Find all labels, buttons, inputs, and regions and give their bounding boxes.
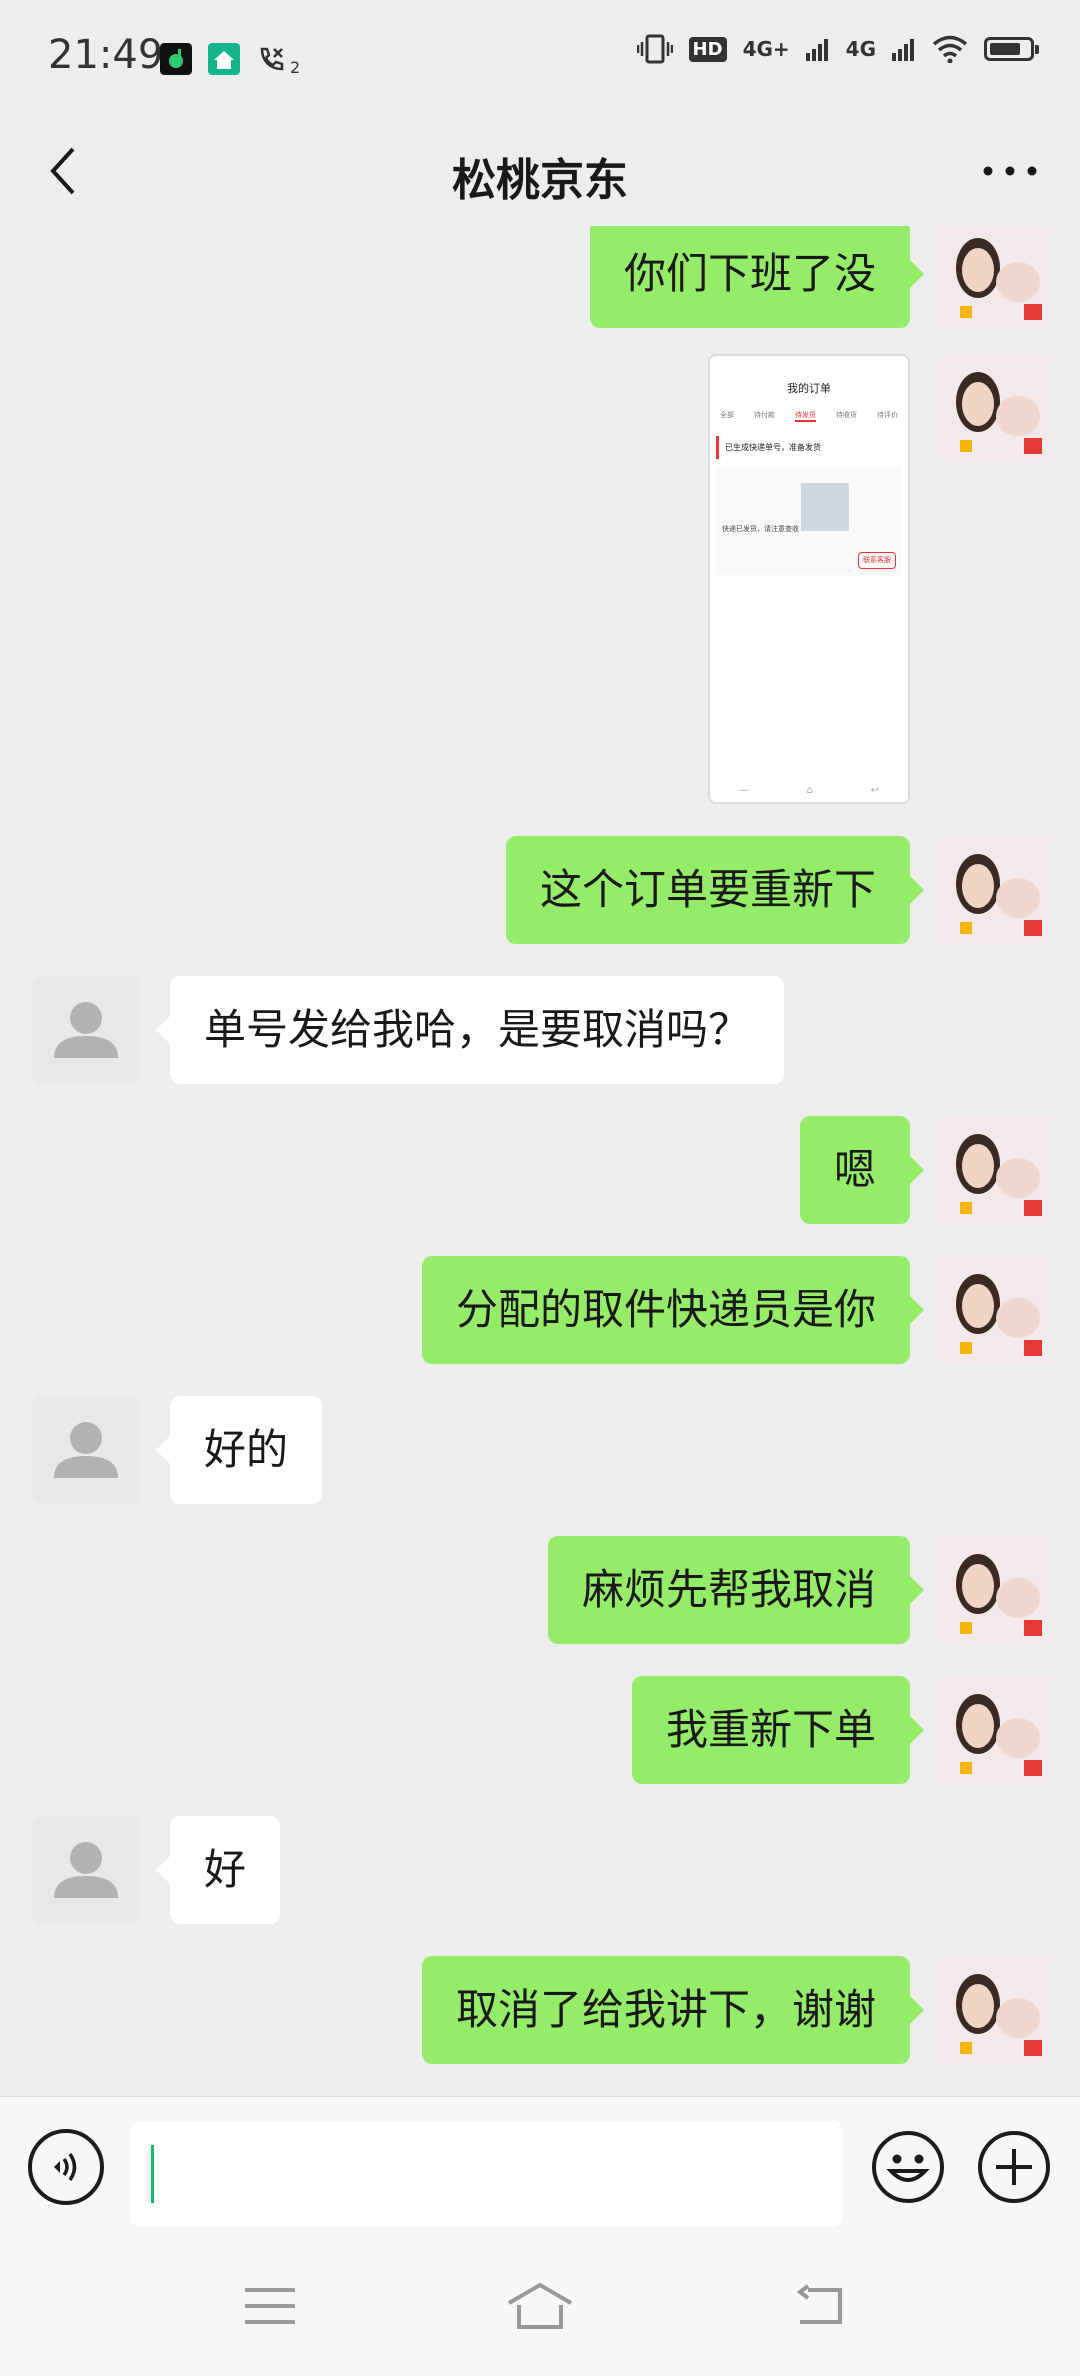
user-avatar-image: [940, 1116, 1048, 1224]
avatar[interactable]: [940, 1676, 1048, 1784]
user-avatar-image: [940, 1536, 1048, 1644]
image-tab: 待发货: [795, 410, 816, 422]
vibrate-icon: [636, 34, 673, 64]
message-bubble-self[interactable]: 分配的取件快递员是你: [421, 1256, 925, 1364]
image-thumbnail: [801, 483, 850, 531]
status-time: 21:49: [48, 32, 164, 78]
emoji-icon: [872, 2131, 944, 2203]
image-nav: — ⌂ ↩: [738, 785, 880, 796]
more-button[interactable]: [970, 136, 1050, 206]
image-tab: 待付款: [754, 411, 775, 419]
user-avatar-image: [940, 226, 1048, 328]
image-title: 我的订单: [787, 382, 831, 395]
image-message[interactable]: 我的订单 全部 待付款 待发货 待收货 待评价 已生成快递单号，准备发货 快递已…: [708, 354, 910, 804]
more-dots-icon: [983, 166, 1037, 176]
wifi-icon: [932, 35, 968, 63]
image-tabs: 全部 待付款 待发货 待收货 待评价: [710, 410, 908, 422]
battery-icon: [984, 37, 1039, 61]
user-avatar-image: [940, 836, 1048, 944]
input-bar: [0, 2096, 1080, 2237]
voice-icon: [54, 2153, 77, 2181]
chat-title: 松桃京东: [452, 155, 628, 206]
image-section: 已生成快递单号，准备发货: [716, 436, 902, 459]
more-actions-button[interactable]: [976, 2129, 1052, 2205]
plus-icon: [978, 2131, 1050, 2203]
image-tab: 全部: [720, 411, 734, 419]
network-4g: 4G: [845, 37, 876, 61]
image-tab: 待收货: [836, 411, 857, 419]
image-card-text: 快递已发货，请注意查收: [722, 525, 799, 533]
avatar-default[interactable]: [32, 976, 140, 1084]
back-arrow-icon: [796, 2284, 842, 2324]
music-app-icon: [160, 42, 192, 75]
signal-icon: [805, 39, 828, 61]
avatar-default[interactable]: [32, 1816, 140, 1924]
avatar[interactable]: [940, 836, 1048, 944]
status-system-icons: HD 4G+ 4G: [636, 34, 1039, 64]
avatar[interactable]: [940, 1256, 1048, 1364]
message-bubble-self[interactable]: 麻烦先帮我取消: [547, 1536, 925, 1644]
user-avatar-image: [940, 354, 1048, 462]
network-4gplus: 4G+: [742, 37, 790, 61]
user-avatar-image: [940, 1956, 1048, 2064]
menu-icon: [245, 2288, 295, 2324]
home-icon: [507, 2282, 573, 2329]
message-bubble-self[interactable]: 嗯: [799, 1116, 925, 1224]
message-bubble-other[interactable]: 好的: [155, 1396, 323, 1504]
avatar[interactable]: [940, 1536, 1048, 1644]
menu-nav-button[interactable]: [220, 2274, 320, 2338]
message-bubble-self[interactable]: 取消了给我讲下，谢谢: [421, 1956, 925, 2064]
image-tab: 待评价: [877, 411, 898, 419]
message-bubble-other[interactable]: 单号发给我哈，是要取消吗？: [155, 976, 785, 1084]
text-caret: [151, 2145, 154, 2203]
person-icon: [32, 1396, 140, 1504]
image-card: 快递已发货，请注意查收 联系客服: [716, 467, 902, 575]
call-count: 2: [290, 58, 301, 77]
hd-badge: HD: [688, 36, 727, 62]
avatar[interactable]: [940, 1956, 1048, 2064]
user-avatar-image: [940, 1256, 1048, 1364]
status-bar: 21:49 2 HD 4G+ 4G: [0, 0, 1080, 116]
avatar[interactable]: [940, 354, 1048, 462]
back-nav-button[interactable]: [770, 2274, 870, 2338]
message-bubble-other[interactable]: 好: [155, 1816, 281, 1924]
avatar-default[interactable]: [32, 1396, 140, 1504]
system-nav-bar: [0, 2236, 1080, 2376]
status-notification-icons: 2: [160, 40, 300, 77]
chat-header: 松桃京东: [0, 116, 1080, 226]
avatar[interactable]: [940, 226, 1048, 328]
home-nav-button[interactable]: [490, 2274, 590, 2338]
avatar[interactable]: [940, 1116, 1048, 1224]
person-icon: [32, 1816, 140, 1924]
message-bubble-self[interactable]: 这个订单要重新下: [505, 836, 925, 944]
message-input[interactable]: [130, 2121, 842, 2227]
signal-icon: [892, 39, 914, 61]
voice-input-button[interactable]: [28, 2129, 104, 2205]
home-app-icon: [208, 42, 240, 75]
image-button: 联系客服: [858, 552, 896, 569]
user-avatar-image: [940, 1676, 1048, 1784]
person-icon: [32, 976, 140, 1084]
message-list[interactable]: 你们下班了没 我的订单 全部 待付款 待发货 待收货 待评价 已生成快递单号，准…: [0, 226, 1080, 2096]
message-bubble-self[interactable]: 我重新下单: [631, 1676, 925, 1784]
message-bubble-self[interactable]: 你们下班了没: [589, 226, 925, 328]
emoji-button[interactable]: [870, 2129, 946, 2205]
missed-call-icon: [260, 47, 284, 70]
